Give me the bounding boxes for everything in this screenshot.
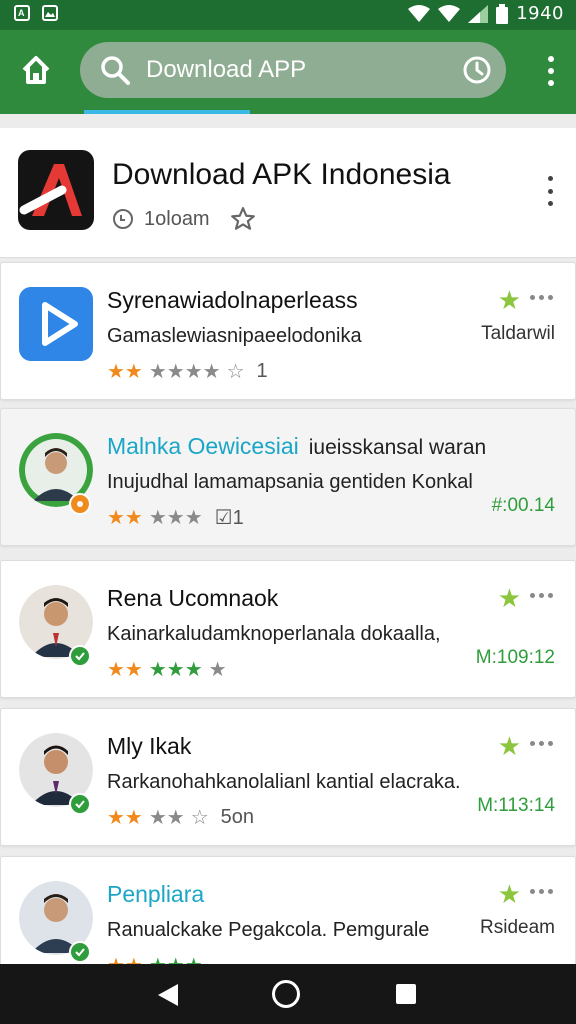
list-item[interactable]: Penpliara Ranualckake Pegakcola. Pemgura… <box>0 856 576 977</box>
rating-count: 1 <box>256 360 268 382</box>
rating-stars-filled: ★★ <box>107 507 143 529</box>
a-notification-icon: A <box>14 5 30 21</box>
item-more-icon[interactable] <box>530 889 553 894</box>
rating-stars-filled: ★★ <box>107 659 143 681</box>
item-description: Rarkanohahkanolalianl kantial elacraka. <box>107 771 461 793</box>
header-more-icon[interactable] <box>546 176 554 206</box>
rating-star-partial: ★ <box>208 659 227 681</box>
rating-stars-green: ★★★ <box>148 659 203 681</box>
item-right-label: M:109:12 <box>475 647 555 668</box>
item-right-label: M:113:14 <box>477 795 555 816</box>
item-title: Penpliara <box>107 881 205 907</box>
page-title: Download APK Indonesia <box>112 158 451 191</box>
rating: ★★ ★★★ ★ <box>107 657 227 682</box>
verified-badge <box>69 793 91 815</box>
signal-icon <box>468 4 489 23</box>
item-description: Ranualckake Pegakcola. Pemgurale <box>107 919 430 941</box>
rating-count: 5on <box>220 806 255 828</box>
favorite-star-icon[interactable]: ★ <box>498 879 521 910</box>
list-item[interactable]: Rena Ucomnaok Kainarkaludamknoperlanala … <box>0 560 576 698</box>
search-bar[interactable]: Download APP <box>80 42 506 98</box>
image-notification-icon <box>42 5 58 21</box>
system-nav-bar <box>0 964 576 1024</box>
rating-star-outline: ☆ <box>226 361 245 383</box>
search-input[interactable]: Download APP <box>146 56 462 84</box>
item-description: Gamaslewiasnipaeelodonika <box>107 325 362 347</box>
item-title: Rena Ucomnaok <box>107 585 279 611</box>
favorite-star-icon[interactable]: ★ <box>498 583 521 614</box>
verified-badge <box>69 941 91 963</box>
more-vert-icon[interactable] <box>546 56 556 86</box>
home-nav-icon[interactable] <box>272 980 300 1008</box>
app-header-card[interactable]: Download APK Indonesia 1oloam <box>0 128 576 258</box>
rating-stars-filled: ★★ <box>107 807 143 829</box>
rating: ★★ ★★★ ☑1 <box>107 505 244 530</box>
item-title: Mly Ikak <box>107 733 192 759</box>
list-item[interactable]: Malnka Oewicesiai iueisskansal waran Inuj… <box>0 408 576 546</box>
rating-count: ☑1 <box>214 507 244 529</box>
clock: 1940 <box>516 3 564 24</box>
status-bar: A 1940 <box>0 0 576 30</box>
back-icon[interactable] <box>156 982 180 1008</box>
item-more-icon[interactable] <box>530 593 553 598</box>
rating: ★★ ★★ ☆ 5on <box>107 805 254 830</box>
verified-badge <box>69 645 91 667</box>
rating-star-outline: ☆ <box>190 807 209 829</box>
item-description: Inujudhal lamamapsania gentiden Konkal <box>107 471 473 493</box>
recents-icon[interactable] <box>396 984 416 1004</box>
list-item[interactable]: Mly Ikak Rarkanohahkanolalianl kantial e… <box>0 708 576 846</box>
header-meta-text: 1oloam <box>144 207 210 230</box>
app-logo <box>18 150 94 230</box>
search-indicator <box>84 110 250 114</box>
app-icon <box>19 287 93 361</box>
history-icon[interactable] <box>462 55 492 85</box>
star-outline-icon[interactable] <box>230 206 256 232</box>
rating-stars-filled: ★★ <box>107 361 143 383</box>
wifi-icon <box>438 4 461 22</box>
favorite-star-icon[interactable]: ★ <box>498 285 521 316</box>
item-title: Syrenawiadolnaperleass <box>107 287 358 313</box>
item-title: Malnka Oewicesiai iueisskansal waran <box>107 433 486 460</box>
rating: ★★ ★★★★ ☆ 1 <box>107 359 268 384</box>
item-title-extra: iueisskansal waran <box>308 436 487 459</box>
app-bar: Download APP <box>0 30 576 114</box>
clock-icon <box>113 209 133 229</box>
favorite-star-icon[interactable]: ★ <box>498 731 521 762</box>
battery-icon <box>496 3 509 24</box>
item-title-text: Malnka Oewicesiai <box>107 433 299 459</box>
search-icon[interactable] <box>100 55 130 85</box>
rating-stars-empty: ★★★ <box>148 507 203 529</box>
rating-stars-empty: ★★ <box>148 807 185 829</box>
list-item[interactable]: Syrenawiadolnaperleass Gamaslewiasnipaee… <box>0 262 576 400</box>
item-more-icon[interactable] <box>530 295 553 300</box>
wifi-icon <box>408 4 431 22</box>
item-description: Kainarkaludamknoperlanala dokaalla, <box>107 623 441 645</box>
home-icon[interactable] <box>18 52 54 88</box>
rating-stars-empty: ★★★★ <box>148 361 221 383</box>
item-right-label: Taldarwil <box>481 323 555 344</box>
item-more-icon[interactable] <box>530 741 553 746</box>
item-right-label: Rsideam <box>480 917 555 938</box>
status-badge <box>69 493 91 515</box>
item-right-label: #:00.14 <box>491 495 555 516</box>
